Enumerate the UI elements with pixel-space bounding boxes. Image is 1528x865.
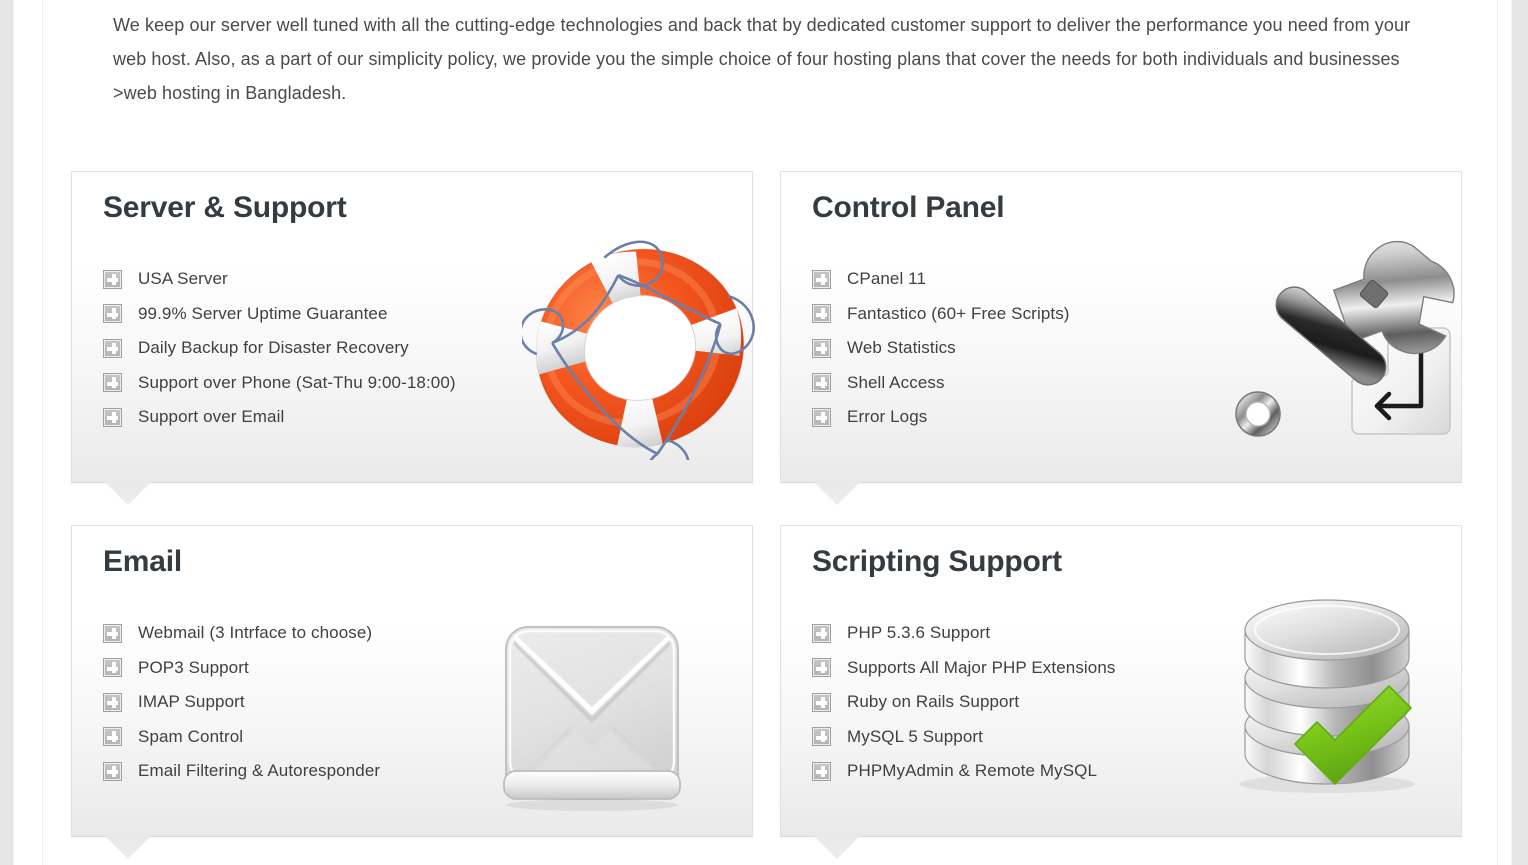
list-item[interactable]: Spam Control: [103, 720, 573, 755]
list-item[interactable]: Supports All Major PHP Extensions: [812, 651, 1282, 686]
plus-square-icon: [812, 373, 831, 393]
plus-square-icon: [812, 727, 831, 747]
plus-square-icon: [103, 373, 122, 393]
plus-square-icon: [812, 658, 831, 678]
list-item[interactable]: IMAP Support: [103, 685, 573, 720]
feature-list-server-support: USA Server 99.9% Server Uptime Guarantee…: [103, 262, 573, 435]
feature-label: IMAP Support: [138, 692, 245, 712]
plus-square-icon: [103, 727, 122, 747]
feature-label: Support over Phone (Sat-Thu 9:00-18:00): [138, 372, 456, 392]
feature-label: Supports All Major PHP Extensions: [847, 657, 1116, 677]
list-item[interactable]: Webmail (3 Intrface to choose): [103, 616, 573, 651]
plus-square-icon: [812, 338, 831, 358]
list-item[interactable]: Web Statistics: [812, 331, 1282, 366]
list-item[interactable]: Daily Backup for Disaster Recovery: [103, 331, 573, 366]
list-item[interactable]: USA Server: [103, 262, 573, 297]
feature-label: MySQL 5 Support: [847, 726, 983, 746]
panel-tail: [105, 836, 151, 859]
panel-title-control-panel: Control Panel: [812, 191, 1005, 224]
list-item[interactable]: Error Logs: [812, 400, 1282, 435]
feature-label: Webmail (3 Intrface to choose): [138, 623, 373, 643]
feature-label: POP3 Support: [138, 657, 249, 677]
plus-square-icon: [103, 407, 122, 427]
plus-square-icon: [103, 692, 122, 712]
feature-label: Web Statistics: [847, 338, 956, 358]
list-item[interactable]: PHPMyAdmin & Remote MySQL: [812, 754, 1282, 789]
feature-list-email: Webmail (3 Intrface to choose) POP3 Supp…: [103, 616, 573, 789]
plus-square-icon: [812, 269, 831, 289]
intro-paragraph: We keep our server well tuned with all t…: [113, 15, 1411, 103]
list-item[interactable]: Shell Access: [812, 366, 1282, 401]
plus-square-icon: [812, 692, 831, 712]
feature-label: Fantastico (60+ Free Scripts): [847, 303, 1070, 323]
plus-square-icon: [103, 304, 122, 324]
content-left-rule: [42, 0, 43, 865]
feature-label: PHP 5.3.6 Support: [847, 623, 991, 643]
content-right-rule: [1497, 0, 1498, 865]
feature-label: Email Filtering & Autoresponder: [138, 761, 381, 781]
panel-email: Email Webmail (3 Intrface to choose) POP…: [71, 525, 753, 859]
feature-list-control-panel: CPanel 11 Fantastico (60+ Free Scripts) …: [812, 262, 1282, 435]
plus-square-icon: [812, 623, 831, 643]
list-item[interactable]: PHP 5.3.6 Support: [812, 616, 1282, 651]
panel-control-panel: Control Panel CPanel 11 Fantastico (60+ …: [780, 171, 1462, 505]
plus-square-icon: [103, 623, 122, 643]
panel-server-support: Server & Support USA Server 99.9% Server…: [71, 171, 755, 505]
list-item[interactable]: MySQL 5 Support: [812, 720, 1282, 755]
panel-tail: [814, 482, 860, 505]
list-item[interactable]: CPanel 11: [812, 262, 1282, 297]
content-shell: We keep our server well tuned with all t…: [13, 0, 1512, 865]
list-item[interactable]: 99.9% Server Uptime Guarantee: [103, 297, 573, 332]
panel-title-server-support: Server & Support: [103, 191, 347, 224]
list-item[interactable]: Support over Phone (Sat-Thu 9:00-18:00): [103, 366, 573, 401]
panel-title-scripting-support: Scripting Support: [812, 545, 1062, 578]
list-item[interactable]: Email Filtering & Autoresponder: [103, 754, 573, 789]
feature-label: USA Server: [138, 269, 228, 289]
feature-label: Daily Backup for Disaster Recovery: [138, 338, 409, 358]
plus-square-icon: [812, 407, 831, 427]
panel-title-email: Email: [103, 545, 183, 578]
feature-label: PHPMyAdmin & Remote MySQL: [847, 761, 1098, 781]
panel-scripting-support: Scripting Support PHP 5.3.6 Support Supp…: [780, 525, 1462, 859]
feature-label: 99.9% Server Uptime Guarantee: [138, 303, 388, 323]
feature-label: Error Logs: [847, 407, 928, 427]
list-item[interactable]: POP3 Support: [103, 651, 573, 686]
feature-label: Shell Access: [847, 372, 945, 392]
feature-label: Spam Control: [138, 726, 244, 746]
plus-square-icon: [103, 761, 122, 781]
panel-tail: [105, 482, 151, 505]
list-item[interactable]: Fantastico (60+ Free Scripts): [812, 297, 1282, 332]
plus-square-icon: [103, 338, 122, 358]
feature-label: CPanel 11: [847, 269, 927, 289]
feature-label: Support over Email: [138, 407, 285, 427]
plus-square-icon: [812, 761, 831, 781]
plus-square-icon: [812, 304, 831, 324]
panel-tail: [814, 836, 860, 859]
page-root: We keep our server well tuned with all t…: [0, 0, 1528, 865]
plus-square-icon: [103, 269, 122, 289]
feature-list-scripting-support: PHP 5.3.6 Support Supports All Major PHP…: [812, 616, 1282, 789]
list-item[interactable]: Ruby on Rails Support: [812, 685, 1282, 720]
list-item[interactable]: Support over Email: [103, 400, 573, 435]
feature-label: Ruby on Rails Support: [847, 692, 1020, 712]
plus-square-icon: [103, 658, 122, 678]
